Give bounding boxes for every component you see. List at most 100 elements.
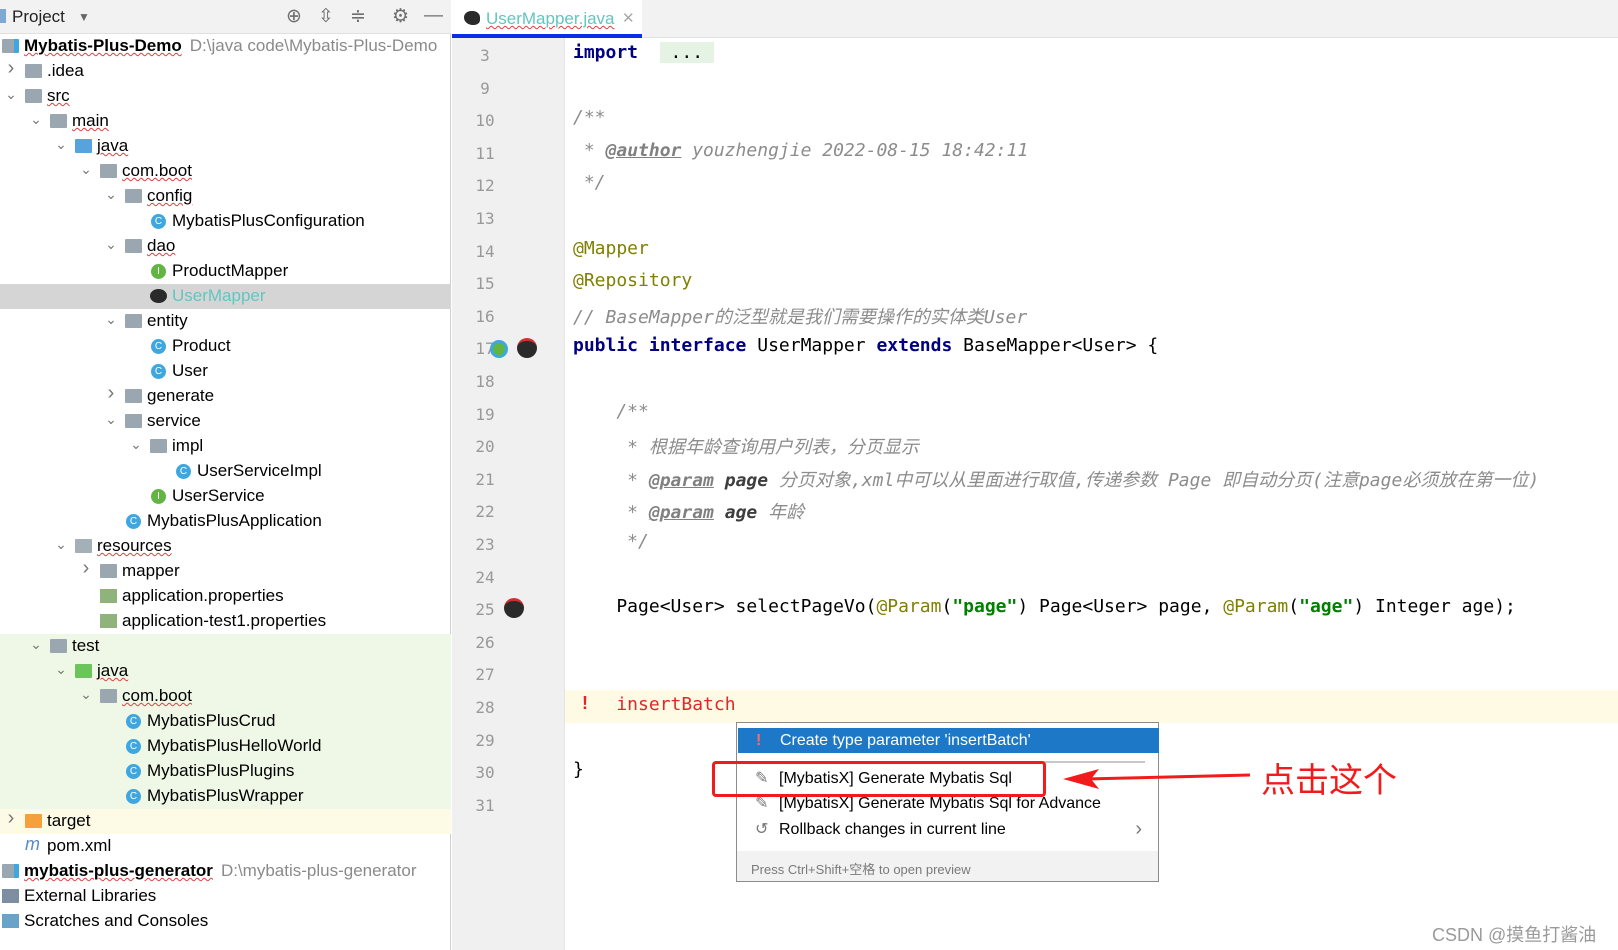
tree-item-resources[interactable]: ⌄ resources: [0, 534, 451, 559]
code-line[interactable]: }: [573, 759, 584, 780]
tree-item-label: .idea: [47, 61, 84, 81]
chevron-down-icon[interactable]: ⌄: [103, 186, 119, 203]
collapse-all-icon[interactable]: ≑: [350, 5, 366, 28]
code-line[interactable]: Page<User> selectPageVo(@Param("page") P…: [573, 596, 1516, 617]
close-icon[interactable]: ✕: [622, 9, 635, 27]
code-line[interactable]: */: [573, 531, 649, 552]
line-number: 29: [475, 730, 495, 750]
chevron-right-icon[interactable]: ›: [78, 557, 94, 580]
tree-item-main[interactable]: ⌄ main: [0, 109, 451, 134]
code-line[interactable]: */: [573, 172, 606, 193]
chevron-down-icon[interactable]: ⌄: [78, 161, 94, 178]
tree-item-application-test1-properties[interactable]: application-test1.properties: [0, 609, 451, 634]
tree-item-dao[interactable]: ⌄ dao: [0, 234, 451, 259]
tree-item-user[interactable]: C User: [0, 359, 451, 384]
chevron-down-icon[interactable]: ⌄: [53, 661, 69, 678]
implemented-icon[interactable]: [490, 340, 508, 358]
tree-item-mapper[interactable]: › mapper: [0, 557, 451, 584]
code-line[interactable]: public interface UserMapper extends Base…: [573, 335, 1158, 356]
highlight-box: [712, 761, 1046, 797]
mybatis-bird-icon[interactable]: [517, 338, 537, 358]
tree-item-productmapper[interactable]: I ProductMapper: [0, 259, 451, 284]
tree-item-impl[interactable]: ⌄ impl: [0, 434, 451, 459]
tree-item-com-boot[interactable]: ⌄ com.boot: [0, 159, 451, 184]
tree-item-entity[interactable]: ⌄ entity: [0, 309, 451, 334]
tree-item-java[interactable]: ⌄ java: [0, 134, 451, 159]
tree-item-mybatispluscrud[interactable]: C MybatisPlusCrud: [0, 709, 451, 734]
tree-item-scratches-and-consoles[interactable]: Scratches and Consoles: [0, 909, 451, 934]
code-line[interactable]: * 根据年龄查询用户列表，分页显示: [573, 433, 919, 459]
chevron-down-icon[interactable]: ⌄: [3, 86, 19, 103]
tree-item-src[interactable]: ⌄ src: [0, 84, 451, 109]
tree-item-product[interactable]: C Product: [0, 334, 451, 359]
code-line[interactable]: insertBatch: [573, 694, 735, 715]
code-line[interactable]: /**: [573, 107, 606, 128]
tree-item-mybatisplusconfiguration[interactable]: C MybatisPlusConfiguration: [0, 209, 451, 234]
tree-item-java[interactable]: ⌄ java: [0, 659, 451, 684]
tab-usermapper-java[interactable]: UserMapper.java ✕: [452, 0, 642, 38]
chevron-right-icon[interactable]: ›: [3, 57, 19, 80]
code-line[interactable]: * @param page 分页对象,xml中可以从里面进行取值,传递参数 Pa…: [573, 466, 1539, 492]
code-line[interactable]: * @param age 年龄: [573, 498, 804, 524]
tree-item-mybatisplusapplication[interactable]: C MybatisPlusApplication: [0, 509, 451, 534]
chevron-right-icon[interactable]: ›: [103, 382, 119, 405]
expand-all-icon[interactable]: ⇳: [318, 5, 334, 28]
chevron-right-icon[interactable]: ›: [1135, 817, 1142, 842]
chevron-down-icon[interactable]: ⌄: [53, 136, 69, 153]
package-icon: [125, 314, 142, 328]
tree-item-generate[interactable]: › generate: [0, 382, 451, 409]
tree-item--idea[interactable]: › .idea: [0, 57, 451, 84]
tree-item-label: External Libraries: [24, 886, 156, 906]
tree-item-userservice[interactable]: I UserService: [0, 484, 451, 509]
line-number: 22: [475, 502, 495, 522]
tree-item-mybatisplusplugins[interactable]: C MybatisPlusPlugins: [0, 759, 451, 784]
chevron-down-icon[interactable]: ⌄: [28, 111, 44, 128]
tree-item-mybatis-plus-generator[interactable]: mybatis-plus-generator D:\mybatis-plus-ge…: [0, 859, 451, 884]
code-line[interactable]: * @author youzhengjie 2022-08-15 18:42:1…: [573, 140, 1028, 161]
line-number: 11: [475, 143, 495, 163]
project-toolbar: Project ▼ ⊕ ⇳ ≑ ⚙ —: [0, 0, 451, 34]
line-number: 10: [475, 111, 495, 131]
code-line[interactable]: @Mapper: [573, 238, 649, 259]
tree-item-userserviceimpl[interactable]: C UserServiceImpl: [0, 459, 451, 484]
locate-icon[interactable]: ⊕: [286, 5, 302, 28]
tree-item-mybatis-plus-demo[interactable]: Mybatis-Plus-Demo D:\java code\Mybatis-Pl…: [0, 34, 451, 59]
tree-item-target[interactable]: › target: [0, 807, 451, 834]
chevron-down-icon[interactable]: ⌄: [103, 311, 119, 328]
tree-item-config[interactable]: ⌄ config: [0, 184, 451, 209]
code-line[interactable]: // BaseMapper的泛型就是我们需要操作的实体类User: [573, 303, 1027, 329]
tree-item-test[interactable]: ⌄ test: [0, 634, 451, 659]
package-icon: [150, 439, 167, 453]
gear-icon[interactable]: ⚙: [392, 5, 409, 28]
item-name: com.boot: [122, 161, 192, 180]
chevron-down-icon[interactable]: ⌄: [28, 636, 44, 653]
chevron-down-icon[interactable]: ⌄: [103, 411, 119, 428]
line-number: 18: [475, 372, 495, 391]
tree-item-pom-xml[interactable]: m pom.xml: [0, 834, 451, 859]
code-line[interactable]: /**: [573, 401, 649, 422]
chevron-down-icon[interactable]: ⌄: [128, 436, 144, 453]
code-line[interactable]: import ...: [573, 42, 714, 63]
item-name: ProductMapper: [172, 261, 289, 280]
tree-item-com-boot[interactable]: ⌄ com.boot: [0, 684, 451, 709]
project-view-selector[interactable]: Project: [12, 7, 65, 27]
chevron-down-icon[interactable]: ⌄: [53, 536, 69, 553]
line-number: 23: [475, 535, 495, 554]
tree-item-service[interactable]: ⌄ service: [0, 409, 451, 434]
minimize-icon[interactable]: —: [424, 5, 443, 27]
chevron-right-icon[interactable]: ›: [3, 807, 19, 830]
tree-item-mybatispluswrapper[interactable]: C MybatisPlusWrapper: [0, 784, 451, 809]
code-line[interactable]: @Repository: [573, 270, 692, 291]
error-bulb-icon[interactable]: !: [582, 693, 588, 714]
chevron-down-icon[interactable]: ⌄: [78, 686, 94, 703]
tree-item-application-properties[interactable]: application.properties: [0, 584, 451, 609]
tree-item-mybatisplushelloworld[interactable]: C MybatisPlusHelloWorld: [0, 734, 451, 759]
tree-item-label: impl: [172, 436, 203, 456]
chevron-down-icon[interactable]: ▼: [78, 10, 90, 24]
chevron-down-icon[interactable]: ⌄: [103, 236, 119, 253]
tree-item-usermapper[interactable]: UserMapper: [0, 284, 451, 309]
tree-item-external-libraries[interactable]: External Libraries: [0, 884, 451, 909]
mybatis-bird-icon[interactable]: [504, 598, 524, 618]
popup-item-4[interactable]: ↺ Rollback changes in current line ›: [737, 817, 1158, 842]
popup-item-1[interactable]: ! Create type parameter 'insertBatch': [738, 728, 1159, 753]
